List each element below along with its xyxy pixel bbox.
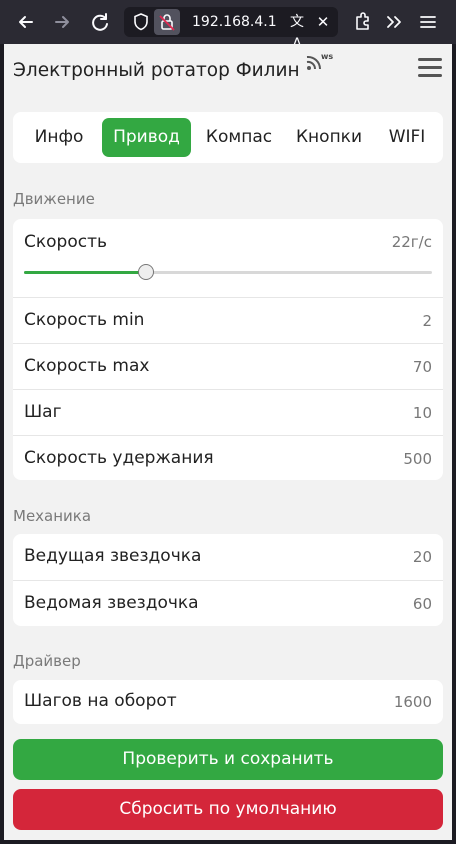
translate-icon[interactable]: 文A bbox=[286, 11, 308, 52]
url-text[interactable]: 192.168.4.1 bbox=[192, 7, 277, 37]
speed-max-label: Скорость max bbox=[24, 356, 150, 376]
speed-slider[interactable] bbox=[24, 264, 432, 280]
driver-card: Шагов на оборот 1600 bbox=[13, 680, 443, 724]
motion-card: Скорость 22г/с Скорость min 2 Скорость m… bbox=[13, 219, 443, 480]
insecure-lock-icon[interactable] bbox=[154, 9, 180, 35]
step-value: 10 bbox=[412, 404, 432, 422]
tab-buttons[interactable]: Кнопки bbox=[289, 118, 369, 157]
step-label: Шаг bbox=[24, 402, 62, 422]
speed-value: 22г/с bbox=[391, 233, 432, 251]
back-icon[interactable] bbox=[12, 8, 40, 36]
section-motion-heading: Движение bbox=[13, 190, 95, 208]
ws-badge: ws bbox=[321, 52, 333, 61]
hold-speed-label: Скорость удержания bbox=[24, 448, 214, 468]
page: Электронный ротатор Филин ws Инфо Привод… bbox=[4, 44, 452, 840]
steps-per-rev-value: 1600 bbox=[393, 693, 432, 711]
hamburger-menu-icon[interactable] bbox=[418, 58, 442, 80]
app-title: Электронный ротатор Филин bbox=[13, 60, 300, 81]
tab-drive[interactable]: Привод bbox=[102, 118, 191, 157]
speed-row: Скорость 22г/с bbox=[13, 219, 443, 297]
browser-menu-icon[interactable] bbox=[414, 8, 442, 36]
speed-min-value: 2 bbox=[422, 312, 432, 330]
speed-min-row[interactable]: Скорость min 2 bbox=[13, 297, 443, 343]
mechanics-card: Ведущая звездочка 20 Ведомая звездочка 6… bbox=[13, 534, 443, 626]
tab-compass[interactable]: Компас bbox=[199, 118, 279, 157]
speed-max-value: 70 bbox=[412, 358, 432, 376]
speed-slider-thumb[interactable] bbox=[138, 264, 155, 280]
websocket-signal-icon: ws bbox=[304, 50, 334, 72]
close-icon[interactable]: ✕ bbox=[312, 11, 334, 33]
speed-max-row[interactable]: Скорость max 70 bbox=[13, 343, 443, 389]
drive-sprocket-value: 20 bbox=[412, 548, 432, 566]
steps-per-rev-label: Шагов на оборот bbox=[24, 691, 177, 711]
shield-icon[interactable] bbox=[130, 11, 152, 33]
tab-info[interactable]: Инфо bbox=[27, 118, 91, 157]
drive-sprocket-label: Ведущая звездочка bbox=[24, 546, 202, 566]
hold-speed-value: 500 bbox=[403, 450, 432, 468]
section-driver-heading: Драйвер bbox=[13, 652, 81, 670]
extensions-icon[interactable] bbox=[348, 8, 376, 36]
speed-label: Скорость bbox=[24, 232, 107, 252]
steps-per-rev-row[interactable]: Шагов на оборот 1600 bbox=[13, 680, 443, 724]
driven-sprocket-label: Ведомая звездочка bbox=[24, 593, 199, 613]
hold-speed-row[interactable]: Скорость удержания 500 bbox=[13, 435, 443, 480]
reset-defaults-button[interactable]: Сбросить по умолчанию bbox=[13, 789, 443, 830]
forward-icon[interactable] bbox=[48, 8, 76, 36]
driven-sprocket-row[interactable]: Ведомая звездочка 60 bbox=[13, 580, 443, 626]
browser-toolbar: 192.168.4.1 文A ✕ bbox=[0, 0, 456, 52]
tab-wifi[interactable]: WIFI bbox=[379, 118, 435, 157]
speed-slider-fill bbox=[24, 271, 147, 274]
overflow-chevron-icon[interactable] bbox=[380, 8, 408, 36]
section-mechanics-heading: Механика bbox=[13, 507, 92, 525]
drive-sprocket-row[interactable]: Ведущая звездочка 20 bbox=[13, 534, 443, 580]
speed-min-label: Скорость min bbox=[24, 310, 145, 330]
step-row[interactable]: Шаг 10 bbox=[13, 389, 443, 435]
driven-sprocket-value: 60 bbox=[412, 595, 432, 613]
url-bar[interactable]: 192.168.4.1 文A ✕ bbox=[124, 7, 338, 52]
reload-icon[interactable] bbox=[86, 8, 114, 36]
save-button[interactable]: Проверить и сохранить bbox=[13, 739, 443, 780]
tab-bar: Инфо Привод Компас Кнопки WIFI bbox=[13, 112, 443, 163]
